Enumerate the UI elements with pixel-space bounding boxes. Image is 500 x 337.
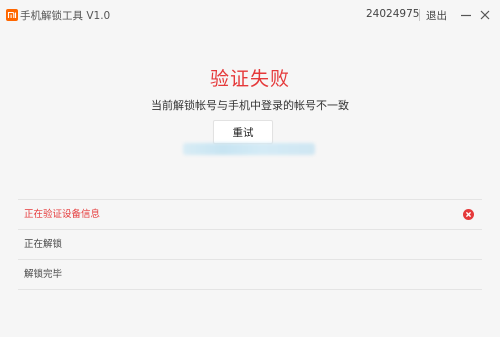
result-description: 当前解锁帐号与手机中登录的帐号不一致 — [151, 99, 349, 112]
minimize-icon[interactable] — [459, 7, 473, 21]
progress-steps: 正在验证设备信息 正在解锁 解锁完毕 — [18, 199, 482, 290]
app-title: 手机解锁工具 V1.0 — [20, 10, 111, 22]
error-x-icon — [463, 209, 474, 220]
blurred-text — [183, 143, 315, 155]
result-title: 验证失败 — [209, 68, 290, 90]
title-bar: 手机解锁工具 V1.0 24024975 退出 — [0, 0, 500, 30]
close-icon[interactable] — [478, 7, 492, 21]
retry-button[interactable]: 重试 — [213, 120, 273, 144]
step-label: 正在验证设备信息 — [24, 209, 101, 220]
title-divider — [419, 9, 420, 21]
step-unlocking: 正在解锁 — [18, 230, 482, 260]
step-label: 解锁完毕 — [24, 269, 63, 280]
mi-logo-icon — [6, 9, 18, 21]
logout-link[interactable]: 退出 — [426, 8, 447, 23]
step-label: 正在解锁 — [24, 239, 63, 250]
step-verify-device: 正在验证设备信息 — [18, 200, 482, 230]
step-unlock-complete: 解锁完毕 — [18, 260, 482, 290]
account-id: 24024975 — [366, 8, 420, 20]
